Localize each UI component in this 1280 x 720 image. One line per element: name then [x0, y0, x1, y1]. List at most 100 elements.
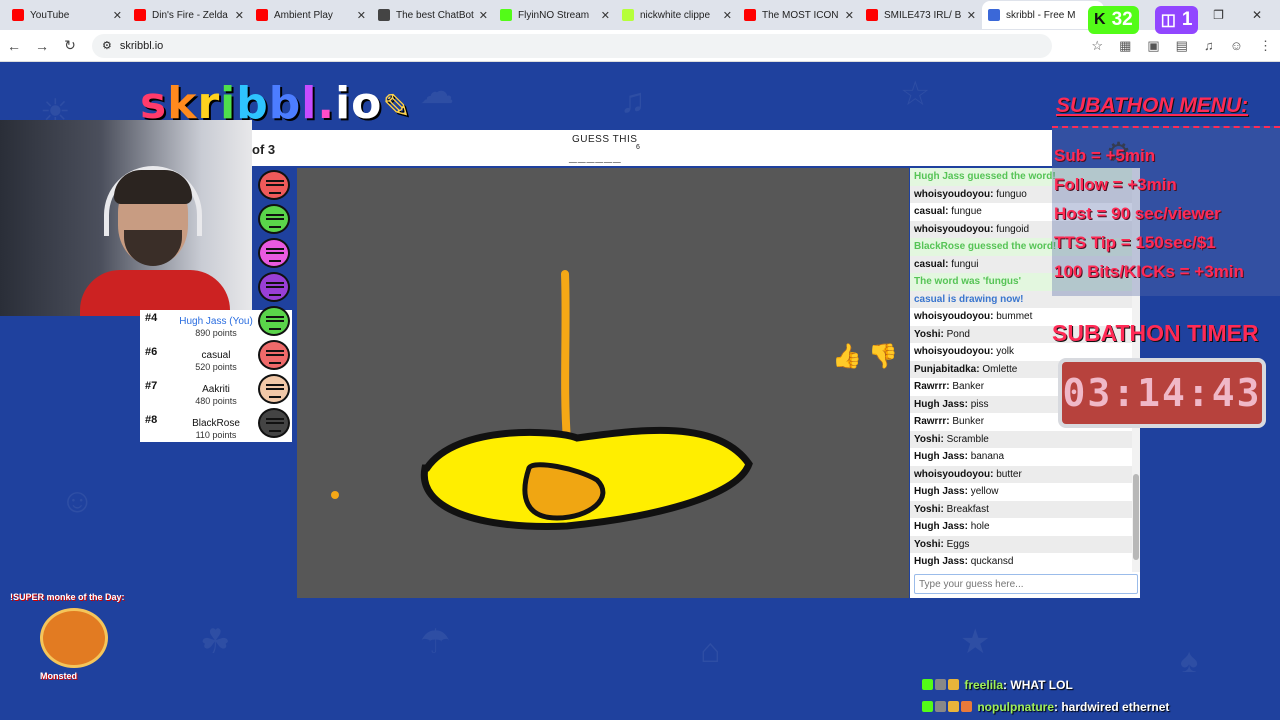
profile-icon[interactable]: ☺ — [1230, 38, 1243, 54]
chat-username: whoisyoudoyou: — [914, 311, 994, 322]
tab-favicon-icon — [134, 9, 146, 21]
badge-icon — [922, 679, 933, 690]
tab-title: FlyinNO Stream — [518, 9, 590, 21]
player-avatar — [258, 204, 290, 234]
chat-username: Yoshi: — [914, 433, 944, 445]
player-avatars — [256, 168, 292, 444]
player-avatar — [258, 408, 290, 438]
tab-close-icon[interactable]: ✕ — [113, 9, 122, 22]
extensions-puzzle-icon[interactable]: ▣ — [1147, 38, 1159, 54]
side-panel-icon[interactable]: ▤ — [1176, 38, 1188, 54]
streamer-webcam — [0, 120, 252, 316]
chat-username: Yoshi: — [914, 503, 944, 515]
drawing — [331, 270, 753, 530]
chat-username: Yoshi: — [914, 538, 944, 550]
url-text: skribbl.io — [119, 39, 164, 52]
chat-text: BlackRose guessed the word! — [914, 241, 1057, 252]
browser-tab[interactable]: Ambient Play ✕ — [250, 1, 372, 29]
chat-username: Hugh Jass: — [914, 451, 968, 462]
chat-text: fungue — [951, 206, 982, 217]
browser-tab[interactable]: skribbl - Free M✕ — [982, 1, 1104, 29]
tab-close-icon[interactable]: ✕ — [235, 9, 244, 22]
monke-image — [40, 608, 108, 668]
chat-text: funguo — [996, 188, 1027, 200]
browser-tab[interactable]: FlyinNO Stream ✕ — [494, 1, 616, 29]
tab-close-icon[interactable]: ✕ — [845, 9, 854, 22]
chat-text: piss — [970, 398, 989, 410]
tab-close-icon[interactable]: ✕ — [357, 9, 366, 22]
tab-close-icon[interactable]: ✕ — [723, 9, 732, 22]
url-field[interactable]: ⚙ skribbl.io — [92, 33, 1052, 58]
player-avatar — [258, 238, 290, 268]
chat-text: Hugh Jass guessed the word! — [914, 171, 1056, 182]
chat-username: Rawrrr: — [914, 416, 950, 427]
browser-tab[interactable]: YouTube ✕ — [6, 1, 128, 29]
chat-text: banana — [970, 451, 1005, 462]
tab-favicon-icon — [622, 9, 634, 21]
tab-favicon-icon — [12, 9, 24, 21]
chat-username: casual: — [914, 258, 949, 270]
tab-title: The best ChatBot — [396, 9, 474, 21]
monke-name: Monsted — [40, 671, 77, 681]
drawing-canvas[interactable]: 👍 👎 — [297, 168, 909, 598]
chat-username: Yoshi: — [914, 328, 944, 340]
chat-text: Bunker — [952, 416, 985, 427]
browser-tab[interactable]: nickwhite clippe ✕ — [616, 1, 738, 29]
player-avatar — [258, 306, 290, 336]
tab-favicon-icon — [866, 9, 878, 21]
guess-label: GUESS THIS — [572, 134, 638, 145]
word-hint: ______ — [569, 148, 622, 164]
chat-username: whoisyoudoyou: — [914, 468, 994, 480]
tab-title: The MOST ICON — [762, 9, 839, 21]
forward-icon[interactable]: → — [28, 38, 56, 54]
window-controls: ❐ ✕ — [1213, 8, 1262, 22]
subathon-rule: 100 Bits/KICKs = +3min — [1054, 262, 1244, 281]
badge-icon — [948, 701, 959, 712]
browser-tab[interactable]: Din's Fire - Zelda ✕ — [128, 1, 250, 29]
tab-title: skribbl - Free M — [1006, 9, 1076, 21]
tab-title: Din's Fire - Zelda — [152, 9, 228, 21]
kick-viewers: K 32 — [1088, 6, 1139, 34]
badge-icon — [935, 679, 946, 690]
media-control-icon[interactable]: ♫ — [1204, 38, 1214, 54]
chat-text: yolk — [996, 346, 1015, 357]
badge-icon — [922, 701, 933, 712]
browser-tab[interactable]: The MOST ICON ✕ — [738, 1, 860, 29]
subathon-rule: Follow = +3min — [1054, 175, 1177, 194]
chat-message: Hugh Jass: banana — [910, 448, 1132, 466]
menu-kebab-icon[interactable]: ⋮ — [1259, 38, 1272, 54]
thumbs-up-icon[interactable]: 👍 — [832, 342, 862, 371]
close-window-icon[interactable]: ✕ — [1252, 8, 1262, 22]
subathon-menu-title: SUBATHON MENU: — [1056, 94, 1249, 117]
badge-icon — [948, 679, 959, 690]
tab-close-icon[interactable]: ✕ — [967, 9, 976, 22]
subathon-timer-title: SUBATHON TIMER — [1052, 320, 1259, 346]
tab-title: YouTube — [30, 9, 70, 21]
badge-icon — [935, 701, 946, 712]
chat-message: Hugh Jass: yellow — [910, 483, 1132, 501]
chat-text: fungoid — [996, 223, 1030, 235]
subathon-rules: Sub = +5min Follow = +3min Host = 90 sec… — [1052, 126, 1280, 296]
badge-icon — [961, 701, 972, 712]
subathon-rule: Host = 90 sec/viewer — [1054, 204, 1221, 223]
guess-input[interactable] — [914, 574, 1138, 594]
browser-tab[interactable]: The best ChatBot ✕ — [372, 1, 494, 29]
stream-stats: K 32 ◫ 1 — [1088, 6, 1199, 34]
site-info-icon[interactable]: ⚙ — [102, 39, 112, 52]
chat-username: Hugh Jass: — [914, 398, 968, 410]
bookmark-star-icon[interactable]: ☆ — [1091, 38, 1103, 54]
thumbs-down-icon[interactable]: 👎 — [868, 342, 898, 371]
back-icon[interactable]: ← — [0, 38, 28, 54]
reload-icon[interactable]: ↻ — [56, 37, 84, 54]
chat-text: fungui — [951, 258, 979, 270]
tab-close-icon[interactable]: ✕ — [479, 9, 488, 22]
tab-close-icon[interactable]: ✕ — [601, 9, 610, 22]
chat-text: Eggs — [946, 538, 970, 550]
restore-window-icon[interactable]: ❐ — [1213, 8, 1224, 22]
extension-icon[interactable]: ▦ — [1119, 38, 1131, 54]
tab-title: SMILE473 IRL/ B — [884, 9, 962, 21]
tab-favicon-icon — [988, 9, 1000, 21]
chat-text: hole — [970, 521, 990, 532]
browser-tab[interactable]: SMILE473 IRL/ B ✕ — [860, 1, 982, 29]
tab-title: Ambient Play — [274, 9, 333, 21]
